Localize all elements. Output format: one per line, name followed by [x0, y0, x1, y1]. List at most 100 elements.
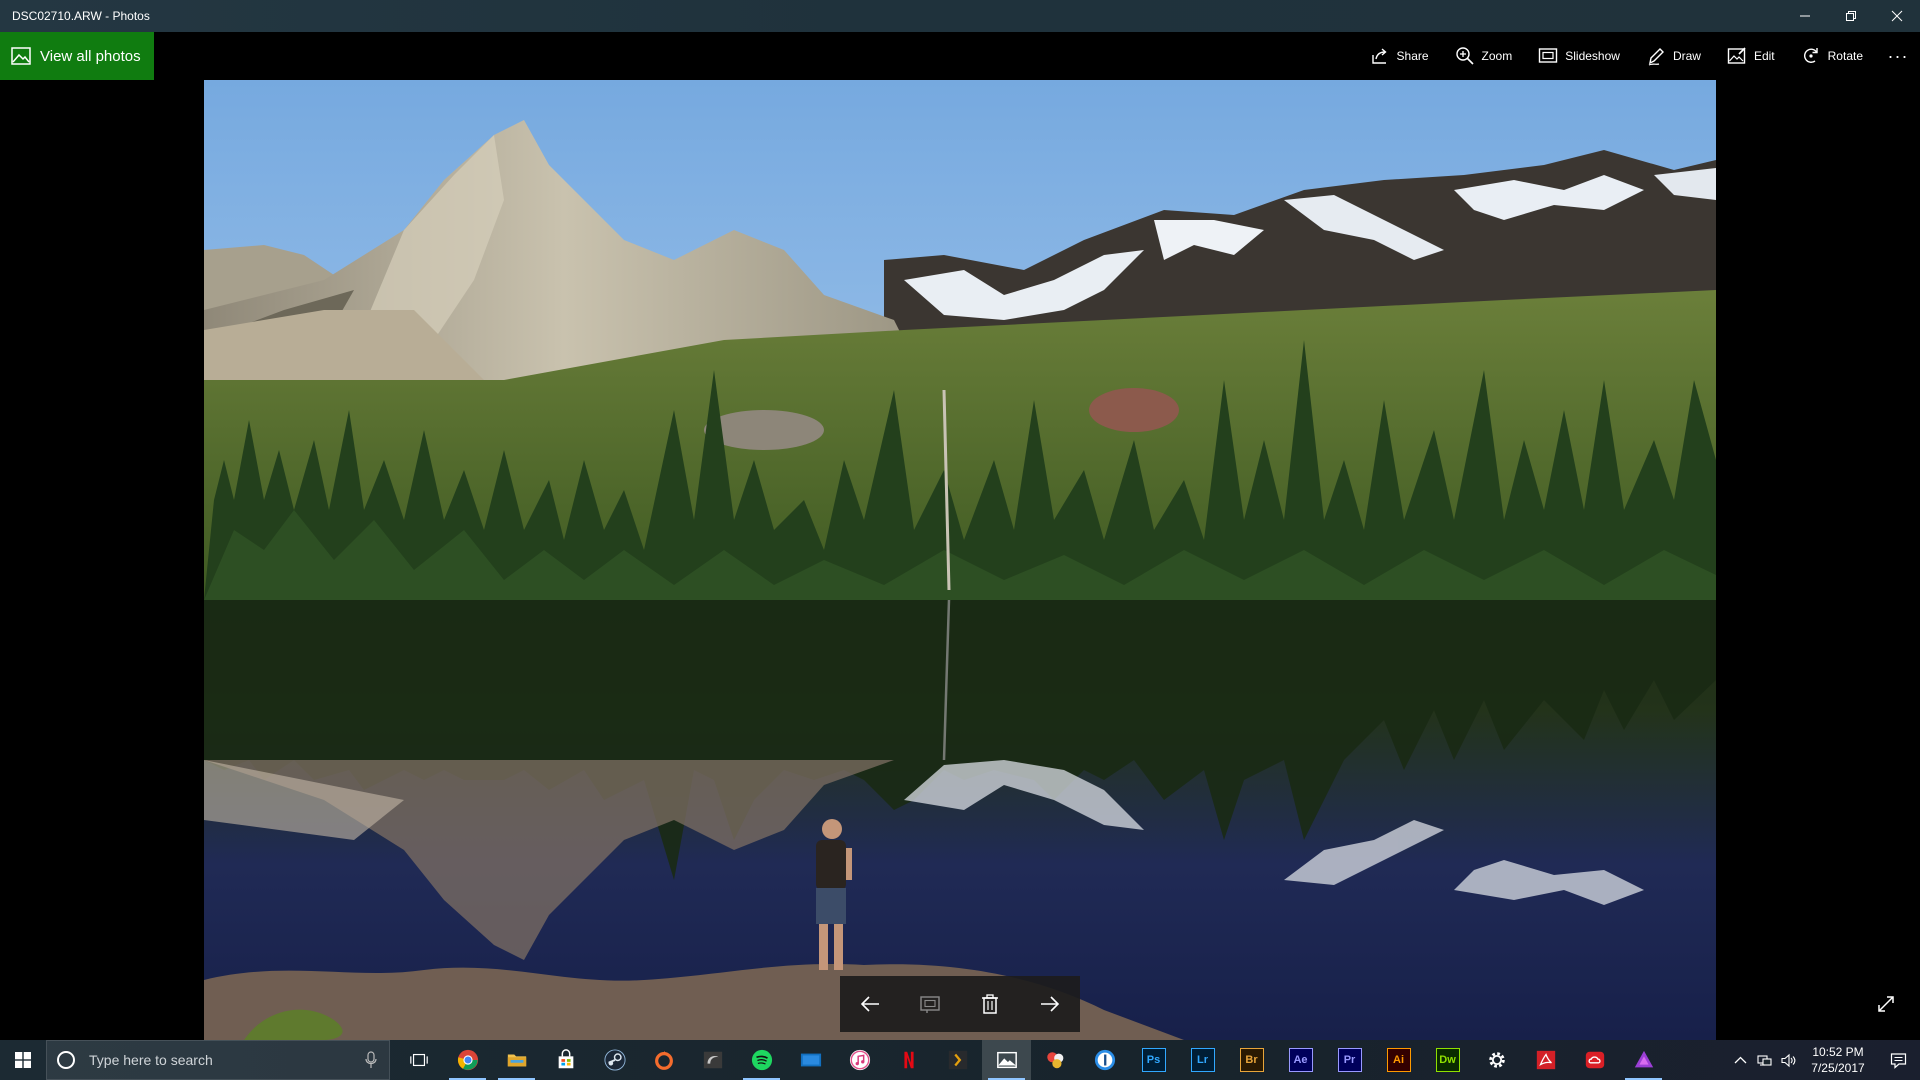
chrome-icon: [457, 1049, 478, 1071]
steam-icon: [603, 1049, 626, 1071]
cortana-icon: [57, 1051, 75, 1069]
taskbar-app-after-effects[interactable]: Ae: [1276, 1040, 1325, 1080]
zoom-button[interactable]: Zoom: [1442, 32, 1526, 80]
minimize-button[interactable]: [1782, 0, 1828, 32]
volume-button[interactable]: [1776, 1040, 1800, 1080]
taskbar-clock[interactable]: 10:52 PM 7/25/2017: [1800, 1044, 1876, 1076]
taskbar-app-dreamweaver[interactable]: Dw: [1423, 1040, 1472, 1080]
restore-icon: [1846, 11, 1856, 21]
taskbar-app-1password[interactable]: [1080, 1040, 1129, 1080]
clock-date: 7/25/2017: [1811, 1061, 1865, 1075]
taskbar-apps: Ps Lr Br Ae Pr Ai Dw: [394, 1040, 1668, 1080]
zoom-icon: [1455, 47, 1474, 65]
taskbar-app-lightroom[interactable]: Lr: [1178, 1040, 1227, 1080]
photo-navigation-bar: [840, 976, 1080, 1032]
lightroom-icon: Lr: [1190, 1048, 1215, 1072]
1password-icon: [1094, 1049, 1115, 1071]
delete-icon: [982, 994, 998, 1014]
taskbar-app-chrome[interactable]: [443, 1040, 492, 1080]
taskbar-app-steam[interactable]: [590, 1040, 639, 1080]
taskbar-app-netflix[interactable]: [884, 1040, 933, 1080]
taskbar-app-geforce[interactable]: [688, 1040, 737, 1080]
network-button[interactable]: [1752, 1040, 1776, 1080]
more-options-icon: ···: [1887, 45, 1909, 66]
action-center-button[interactable]: [1876, 1040, 1920, 1080]
taskbar-app-photos[interactable]: [982, 1040, 1031, 1080]
edit-label: Edit: [1753, 49, 1775, 63]
slideshow-button[interactable]: Slideshow: [1525, 32, 1633, 80]
fullscreen-button[interactable]: [1872, 990, 1900, 1018]
speaker-icon: [1780, 1053, 1795, 1067]
taskbar-app-affinity[interactable]: [1619, 1040, 1668, 1080]
restore-button[interactable]: [1828, 0, 1874, 32]
rotate-label: Rotate: [1827, 49, 1863, 63]
taskbar-app-bridge[interactable]: Br: [1227, 1040, 1276, 1080]
draw-pen-icon: [1648, 48, 1664, 66]
draw-label: Draw: [1672, 49, 1701, 63]
previous-photo-button[interactable]: [846, 980, 894, 1028]
edit-image-icon: [1727, 47, 1746, 64]
next-arrow-icon: [1041, 996, 1060, 1012]
taskbar-app-illustrator[interactable]: Ai: [1374, 1040, 1423, 1080]
add-to-album-icon: [920, 996, 940, 1013]
view-all-photos-label: View all photos: [40, 47, 141, 65]
task-view-button[interactable]: [394, 1040, 443, 1080]
share-label: Share: [1396, 49, 1429, 63]
geforce-experience-icon: [703, 1051, 722, 1069]
slideshow-label: Slideshow: [1565, 49, 1620, 63]
show-hidden-icons-button[interactable]: [1728, 1040, 1752, 1080]
fullscreen-expand-icon: [1878, 996, 1894, 1012]
view-all-photos-button[interactable]: View all photos: [0, 32, 154, 80]
share-button[interactable]: Share: [1357, 32, 1442, 80]
bridge-icon: Br: [1239, 1048, 1264, 1072]
taskbar-search-box[interactable]: [46, 1040, 390, 1080]
windows-logo-icon: [15, 1052, 31, 1068]
taskbar-app-creative-cloud[interactable]: [1570, 1040, 1619, 1080]
more-options-button[interactable]: ···: [1876, 32, 1920, 80]
taskbar-app-file-explorer[interactable]: [492, 1040, 541, 1080]
start-button[interactable]: [0, 1040, 46, 1080]
close-button[interactable]: [1874, 0, 1920, 32]
taskbar-app-spotify[interactable]: [737, 1040, 786, 1080]
app-toolbar: View all photos Share Zoom Slideshow Dra…: [0, 32, 1920, 80]
microphone-icon[interactable]: [363, 1051, 379, 1069]
close-icon: [1891, 10, 1903, 22]
slideshow-icon: [1539, 48, 1558, 63]
share-icon: [1371, 48, 1387, 64]
taskbar-app-premiere[interactable]: Pr: [1325, 1040, 1374, 1080]
add-to-album-button[interactable]: [906, 980, 954, 1028]
taskbar-app-movies-tv[interactable]: [786, 1040, 835, 1080]
taskbar: Ps Lr Br Ae Pr Ai Dw: [0, 1040, 1920, 1080]
taskbar-app-settings[interactable]: [1472, 1040, 1521, 1080]
folder-icon: [507, 1054, 526, 1067]
taskbar-app-itunes[interactable]: [835, 1040, 884, 1080]
davinci-resolve-icon: [1046, 1052, 1063, 1069]
photos-icon: [996, 1051, 1017, 1069]
taskbar-app-origin[interactable]: [639, 1040, 688, 1080]
illustrator-icon: Ai: [1386, 1048, 1411, 1072]
draw-button[interactable]: Draw: [1633, 32, 1714, 80]
previous-arrow-icon: [860, 996, 879, 1012]
taskbar-app-photoshop[interactable]: Ps: [1129, 1040, 1178, 1080]
window-title: DSC02710.ARW - Photos: [12, 9, 150, 23]
gear-icon: [1488, 1052, 1505, 1068]
taskbar-app-store[interactable]: [541, 1040, 590, 1080]
rotate-icon: [1803, 48, 1818, 63]
taskbar-app-plex[interactable]: [933, 1040, 982, 1080]
origin-icon: [654, 1050, 673, 1070]
edit-button[interactable]: Edit: [1714, 32, 1788, 80]
taskbar-app-acrobat[interactable]: [1521, 1040, 1570, 1080]
next-photo-button[interactable]: [1026, 980, 1074, 1028]
photo-viewer[interactable]: [204, 80, 1716, 1040]
network-icon: [1756, 1054, 1772, 1066]
premiere-icon: Pr: [1337, 1048, 1362, 1072]
rotate-button[interactable]: Rotate: [1788, 32, 1876, 80]
photoshop-icon: Ps: [1141, 1048, 1166, 1072]
minimize-icon: [1800, 15, 1810, 17]
creative-cloud-icon: [1585, 1051, 1604, 1069]
notification-icon: [1890, 1052, 1906, 1069]
search-input[interactable]: [87, 1051, 363, 1069]
delete-button[interactable]: [966, 980, 1014, 1028]
taskbar-app-davinci-resolve[interactable]: [1031, 1040, 1080, 1080]
acrobat-icon: [1536, 1050, 1555, 1070]
